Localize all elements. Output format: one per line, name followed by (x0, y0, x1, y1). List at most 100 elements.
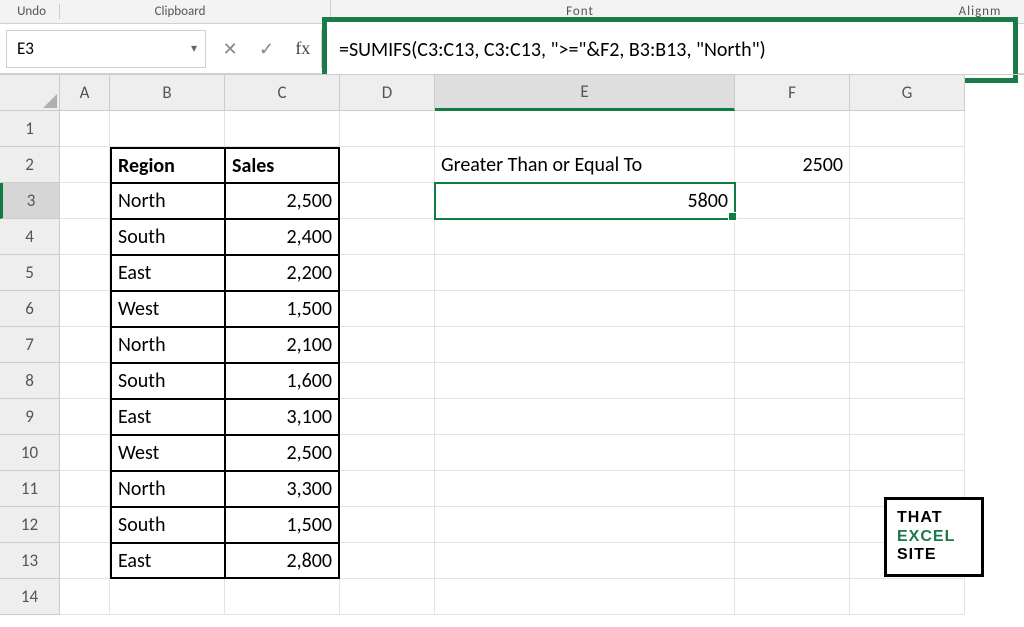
cell-c1[interactable] (225, 111, 340, 147)
cell-d11[interactable] (340, 471, 435, 507)
cell-f9[interactable] (735, 399, 850, 435)
cell-d14[interactable] (340, 579, 435, 615)
cell-f5[interactable] (735, 255, 850, 291)
cell-e6[interactable] (435, 291, 735, 327)
cell-b1[interactable] (110, 111, 225, 147)
col-header-d[interactable]: D (340, 75, 435, 111)
fx-icon[interactable]: fx (290, 38, 316, 59)
cell-e4[interactable] (435, 219, 735, 255)
cell-b10[interactable]: West (110, 435, 225, 471)
cell-d7[interactable] (340, 327, 435, 363)
row-header[interactable]: 13 (0, 543, 60, 579)
cell-f2[interactable]: 2500 (735, 147, 850, 183)
row-header[interactable]: 4 (0, 219, 60, 255)
cell-b9[interactable]: East (110, 399, 225, 435)
cell-a12[interactable] (60, 507, 110, 543)
cell-f13[interactable] (735, 543, 850, 579)
cell-e8[interactable] (435, 363, 735, 399)
row-header[interactable]: 3 (0, 183, 60, 219)
cell-d12[interactable] (340, 507, 435, 543)
enter-icon[interactable]: ✓ (253, 38, 279, 60)
cell-c11[interactable]: 3,300 (225, 471, 340, 507)
cell-f7[interactable] (735, 327, 850, 363)
name-box[interactable]: E3 ▾ (6, 30, 206, 68)
cell-b2[interactable]: Region (110, 147, 225, 183)
cell-a6[interactable] (60, 291, 110, 327)
cell-d3[interactable] (340, 183, 435, 219)
col-header-a[interactable]: A (60, 75, 110, 111)
cell-c12[interactable]: 1,500 (225, 507, 340, 543)
cell-e10[interactable] (435, 435, 735, 471)
row-header[interactable]: 12 (0, 507, 60, 543)
cell-a10[interactable] (60, 435, 110, 471)
cell-a9[interactable] (60, 399, 110, 435)
row-header[interactable]: 1 (0, 111, 60, 147)
cell-d13[interactable] (340, 543, 435, 579)
col-header-f[interactable]: F (735, 75, 850, 111)
cell-c3[interactable]: 2,500 (225, 183, 340, 219)
cell-c6[interactable]: 1,500 (225, 291, 340, 327)
cell-c2[interactable]: Sales (225, 147, 340, 183)
col-header-g[interactable]: G (850, 75, 965, 111)
cell-a13[interactable] (60, 543, 110, 579)
cell-f4[interactable] (735, 219, 850, 255)
cell-d10[interactable] (340, 435, 435, 471)
select-all-corner[interactable] (0, 75, 60, 111)
cancel-icon[interactable]: ✕ (217, 38, 243, 60)
cell-a3[interactable] (60, 183, 110, 219)
ribbon-group-clipboard[interactable]: Clipboard (120, 4, 240, 19)
cell-g8[interactable] (850, 363, 965, 399)
cell-b7[interactable]: North (110, 327, 225, 363)
cell-g6[interactable] (850, 291, 965, 327)
row-header[interactable]: 7 (0, 327, 60, 363)
cell-c7[interactable]: 2,100 (225, 327, 340, 363)
cell-g14[interactable] (850, 579, 965, 615)
cell-c9[interactable]: 3,100 (225, 399, 340, 435)
cell-c10[interactable]: 2,500 (225, 435, 340, 471)
cell-f10[interactable] (735, 435, 850, 471)
cell-c8[interactable]: 1,600 (225, 363, 340, 399)
col-header-b[interactable]: B (110, 75, 225, 111)
cell-f11[interactable] (735, 471, 850, 507)
cell-g10[interactable] (850, 435, 965, 471)
row-header[interactable]: 5 (0, 255, 60, 291)
cell-e14[interactable] (435, 579, 735, 615)
cell-f14[interactable] (735, 579, 850, 615)
row-header[interactable]: 8 (0, 363, 60, 399)
row-header[interactable]: 14 (0, 579, 60, 615)
cell-f12[interactable] (735, 507, 850, 543)
cell-b3[interactable]: North (110, 183, 225, 219)
cell-g5[interactable] (850, 255, 965, 291)
cell-a11[interactable] (60, 471, 110, 507)
cell-b11[interactable]: North (110, 471, 225, 507)
cell-b13[interactable]: East (110, 543, 225, 579)
cell-f3[interactable] (735, 183, 850, 219)
cell-f1[interactable] (735, 111, 850, 147)
cell-e1[interactable] (435, 111, 735, 147)
cell-g9[interactable] (850, 399, 965, 435)
cell-c5[interactable]: 2,200 (225, 255, 340, 291)
cell-e9[interactable] (435, 399, 735, 435)
cell-b5[interactable]: East (110, 255, 225, 291)
spreadsheet-grid[interactable]: A B C D E F G 1 2 Region Sales Greater T… (0, 74, 1024, 615)
cell-e11[interactable] (435, 471, 735, 507)
col-header-e[interactable]: E (435, 75, 735, 111)
cell-e13[interactable] (435, 543, 735, 579)
cell-f8[interactable] (735, 363, 850, 399)
col-header-c[interactable]: C (225, 75, 340, 111)
cell-a5[interactable] (60, 255, 110, 291)
cell-b14[interactable] (110, 579, 225, 615)
cell-d9[interactable] (340, 399, 435, 435)
cell-a8[interactable] (60, 363, 110, 399)
cell-c4[interactable]: 2,400 (225, 219, 340, 255)
row-header[interactable]: 2 (0, 147, 60, 183)
cell-d2[interactable] (340, 147, 435, 183)
formula-input[interactable]: =SUMIFS(C3:C13, C3:C13, ">="&F2, B3:B13,… (322, 17, 1018, 83)
cell-a14[interactable] (60, 579, 110, 615)
cell-d6[interactable] (340, 291, 435, 327)
cell-b6[interactable]: West (110, 291, 225, 327)
cell-g2[interactable] (850, 147, 965, 183)
cell-a4[interactable] (60, 219, 110, 255)
cell-g3[interactable] (850, 183, 965, 219)
cell-d5[interactable] (340, 255, 435, 291)
